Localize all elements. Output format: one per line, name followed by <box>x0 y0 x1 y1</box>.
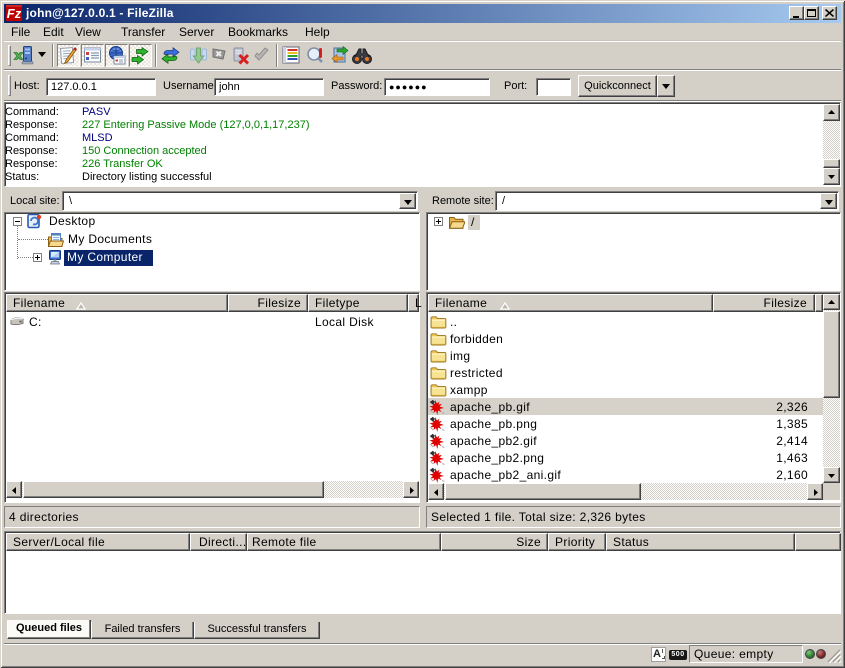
svg-text:Fz: Fz <box>7 6 22 21</box>
